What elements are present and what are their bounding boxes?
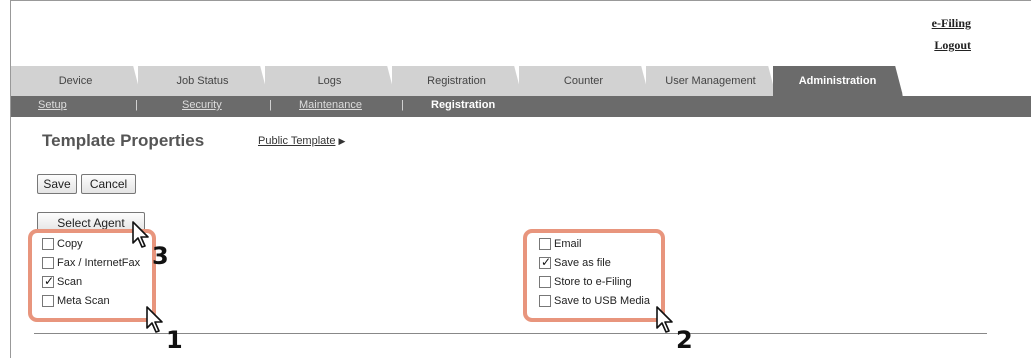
subnav-separator: | bbox=[269, 99, 272, 111]
fax-checkbox[interactable] bbox=[42, 257, 54, 269]
cancel-button[interactable]: Cancel bbox=[81, 174, 136, 194]
tab-registration[interactable]: Registration bbox=[392, 66, 522, 96]
tab-logs[interactable]: Logs bbox=[265, 66, 395, 96]
save-usb-label: Save to USB Media bbox=[554, 295, 650, 307]
sub-navigation: Setup | Security | Maintenance | Registr… bbox=[11, 96, 1031, 117]
header-bar: e-Filing Logout bbox=[11, 1, 1031, 65]
subnav-registration[interactable]: Registration bbox=[431, 99, 495, 111]
subnav-security[interactable]: Security bbox=[182, 99, 222, 111]
tab-device[interactable]: Device bbox=[11, 66, 141, 96]
logout-link[interactable]: Logout bbox=[932, 35, 971, 55]
fax-label: Fax / InternetFax bbox=[57, 257, 141, 269]
subnav-maintenance[interactable]: Maintenance bbox=[299, 99, 362, 111]
public-template-label[interactable]: Public Template bbox=[258, 135, 335, 147]
tab-administration[interactable]: Administration bbox=[773, 66, 903, 96]
subnav-separator: | bbox=[401, 99, 404, 111]
store-efiling-checkbox[interactable] bbox=[539, 276, 551, 288]
scan-checkbox[interactable] bbox=[42, 274, 54, 288]
mouse-pointer-icon bbox=[132, 221, 149, 248]
meta-scan-label: Meta Scan bbox=[57, 295, 110, 307]
copy-checkbox[interactable] bbox=[42, 238, 54, 250]
agent-store-efiling[interactable]: Store to e-Filing bbox=[539, 274, 632, 290]
scan-label: Scan bbox=[57, 276, 83, 288]
mouse-pointer-icon bbox=[146, 306, 163, 333]
copy-label: Copy bbox=[57, 238, 83, 250]
subnav-separator: | bbox=[135, 99, 138, 111]
header-links: e-Filing Logout bbox=[932, 13, 971, 57]
meta-scan-checkbox[interactable] bbox=[42, 295, 54, 307]
main-tabs: Device Job Status Logs Registration Coun… bbox=[11, 66, 1031, 96]
agent-email[interactable]: Email bbox=[539, 236, 582, 252]
public-template-link[interactable]: Public Template ▶ bbox=[258, 135, 345, 147]
save-usb-checkbox[interactable] bbox=[539, 295, 551, 307]
subnav-setup[interactable]: Setup bbox=[38, 99, 67, 111]
step-number-3: 3 bbox=[152, 242, 169, 270]
agent-save-as-file[interactable]: Save as file bbox=[539, 255, 611, 271]
save-as-file-label: Save as file bbox=[554, 257, 611, 269]
agent-fax[interactable]: Fax / InternetFax bbox=[42, 255, 140, 271]
tab-counter[interactable]: Counter bbox=[519, 66, 649, 96]
agent-scan[interactable]: Scan bbox=[42, 274, 82, 290]
agent-copy[interactable]: Copy bbox=[42, 236, 83, 252]
email-label: Email bbox=[554, 238, 582, 250]
step-number-2: 2 bbox=[676, 326, 693, 354]
page-title: Template Properties bbox=[42, 131, 205, 150]
mouse-pointer-icon bbox=[656, 306, 673, 333]
save-as-file-checkbox[interactable] bbox=[539, 255, 551, 269]
save-button[interactable]: Save bbox=[37, 174, 77, 194]
agent-save-usb[interactable]: Save to USB Media bbox=[539, 293, 650, 309]
email-checkbox[interactable] bbox=[539, 238, 551, 250]
agent-meta-scan[interactable]: Meta Scan bbox=[42, 293, 110, 309]
tab-user-management[interactable]: User Management bbox=[646, 66, 776, 96]
store-efiling-label: Store to e-Filing bbox=[554, 276, 632, 288]
efiling-link[interactable]: e-Filing bbox=[932, 13, 971, 33]
tab-job-status[interactable]: Job Status bbox=[138, 66, 268, 96]
step-number-1: 1 bbox=[166, 326, 183, 354]
right-triangle-icon: ▶ bbox=[338, 136, 346, 146]
